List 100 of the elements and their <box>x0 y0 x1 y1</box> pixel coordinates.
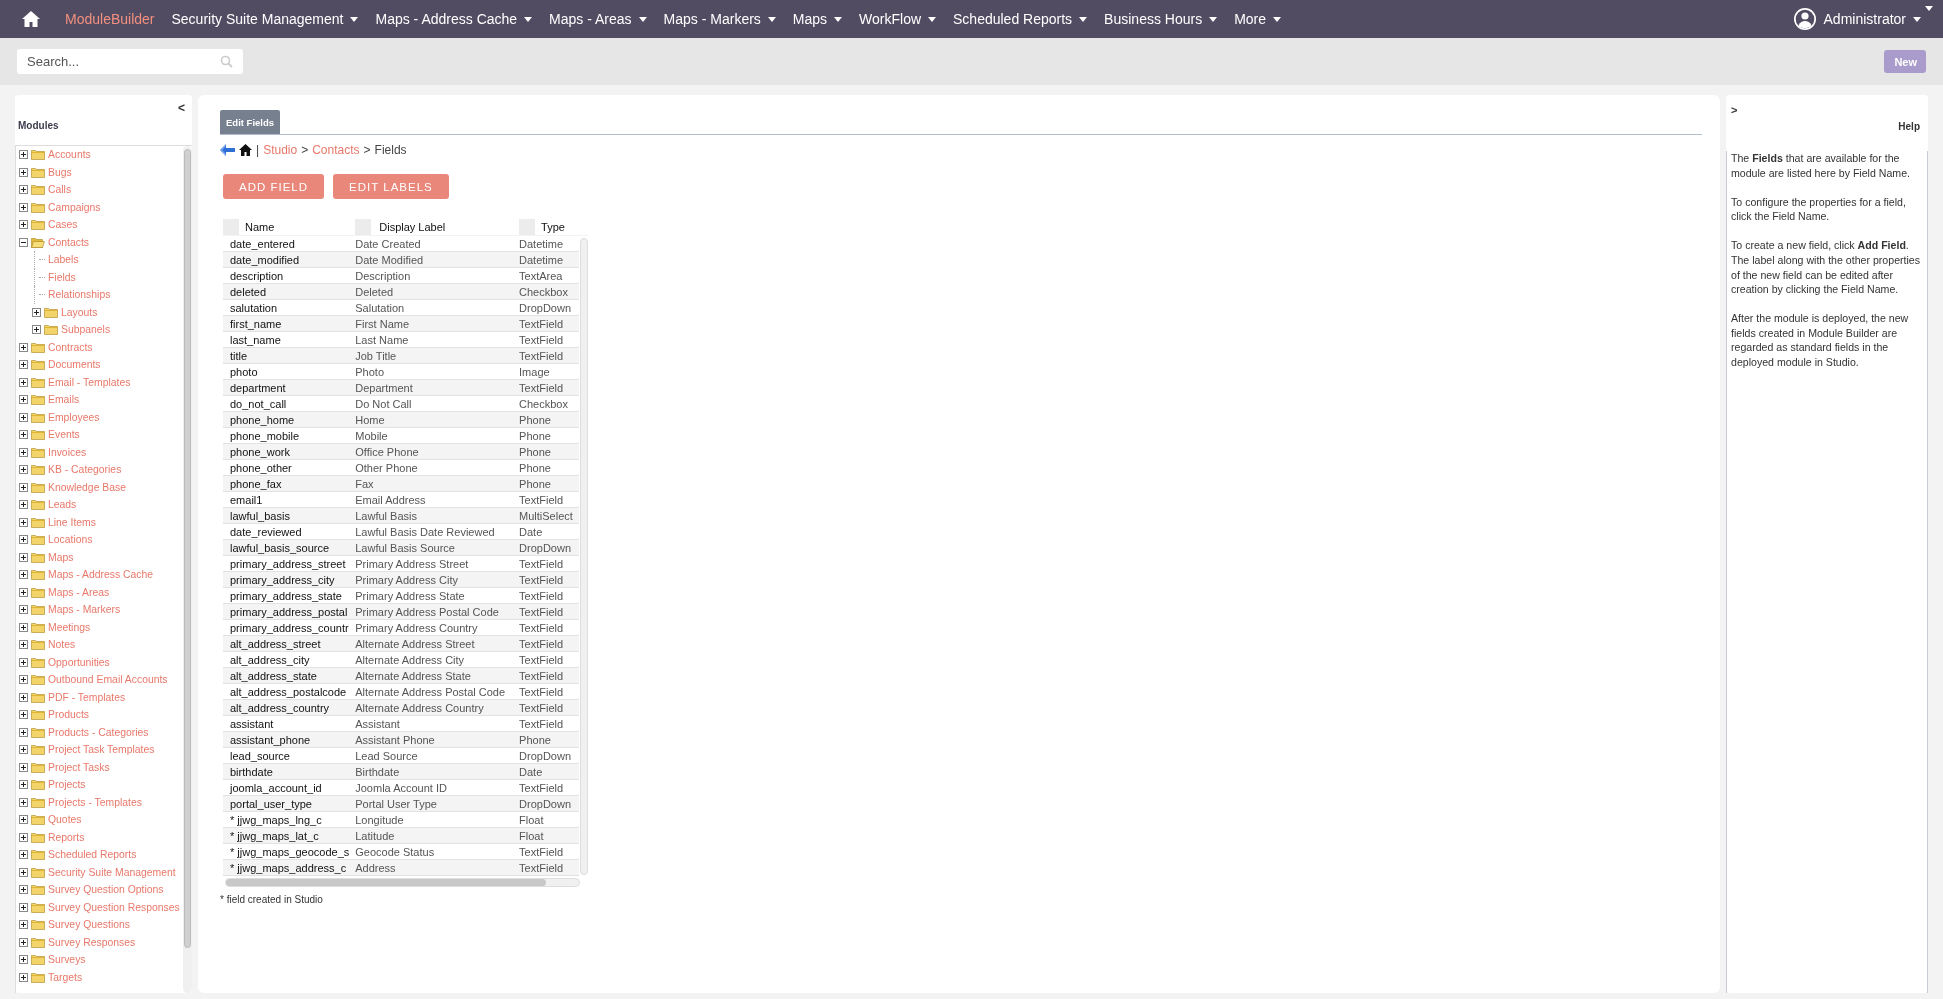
footnote: * field created in Studio <box>220 894 324 905</box>
expand-toggle-icon[interactable] <box>19 675 28 685</box>
user-menu[interactable]: Administrator <box>1823 11 1921 27</box>
expand-toggle-icon[interactable] <box>19 605 28 615</box>
tab[interactable]: Edit Fields <box>220 110 281 134</box>
table-cell: Datetime <box>519 235 579 252</box>
expand-toggle-icon[interactable] <box>19 202 28 212</box>
expand-panel-button[interactable]: > <box>1731 104 1738 116</box>
folder-icon <box>31 219 45 231</box>
back-arrow-icon[interactable] <box>220 144 235 156</box>
expand-toggle-icon[interactable] <box>19 150 28 160</box>
expand-toggle-icon[interactable] <box>19 220 28 230</box>
field-name-link[interactable]: do_not_call <box>223 395 356 412</box>
expand-toggle-icon[interactable] <box>19 482 28 492</box>
column-header[interactable]: Display Label <box>355 219 520 236</box>
scrollbar[interactable] <box>183 146 192 993</box>
home-icon[interactable] <box>239 144 252 156</box>
expand-toggle-icon[interactable] <box>32 325 41 335</box>
scrollbar[interactable] <box>579 238 588 875</box>
expand-toggle-icon[interactable] <box>19 902 28 912</box>
field-name-link[interactable]: photo <box>223 363 356 380</box>
breadcrumb-separator: > <box>301 143 309 157</box>
expand-toggle-icon[interactable] <box>19 517 28 527</box>
field-name-link[interactable]: primary_address_street <box>223 555 356 572</box>
expand-toggle-icon[interactable] <box>19 412 28 422</box>
expand-toggle-icon[interactable] <box>19 797 28 807</box>
table-cell: Description <box>355 267 520 284</box>
expand-toggle-icon[interactable] <box>19 867 28 877</box>
field-name-link[interactable]: primary_address_countr <box>223 619 356 636</box>
expand-toggle-icon[interactable] <box>19 780 28 790</box>
expand-toggle-icon[interactable] <box>19 395 28 405</box>
user-avatar-icon[interactable] <box>1792 7 1817 31</box>
expand-toggle-icon[interactable] <box>19 430 28 440</box>
nav-item[interactable]: More <box>1234 11 1282 27</box>
expand-toggle-icon[interactable] <box>19 692 28 702</box>
expand-toggle-icon[interactable] <box>19 955 28 965</box>
nav-item[interactable]: Business Hours <box>1104 11 1218 27</box>
folder-icon <box>31 884 45 896</box>
nav-item[interactable]: Maps <box>792 11 843 27</box>
field-name-link[interactable]: salutation <box>223 299 356 316</box>
field-name-link[interactable]: alt_address_city <box>223 651 356 668</box>
field-name-link[interactable]: primary_address_state <box>223 587 356 604</box>
expand-toggle-icon[interactable] <box>32 307 41 317</box>
expand-toggle-icon[interactable] <box>19 762 28 772</box>
expand-toggle-icon[interactable] <box>19 657 28 667</box>
expand-toggle-icon[interactable] <box>19 727 28 737</box>
expand-toggle-icon[interactable] <box>19 500 28 510</box>
expand-toggle-icon[interactable] <box>19 377 28 387</box>
field-name-link[interactable]: joomla_account_id <box>223 779 356 796</box>
field-name-link[interactable]: alt_address_postalcode <box>223 683 356 700</box>
expand-toggle-icon[interactable] <box>19 167 28 177</box>
expand-toggle-icon[interactable] <box>19 885 28 895</box>
field-name-link[interactable]: phone_mobile <box>223 427 356 444</box>
expand-toggle-icon[interactable] <box>19 535 28 545</box>
table-cell: TextField <box>519 715 579 732</box>
panel-title: Modules <box>18 120 59 131</box>
nav-item[interactable]: Maps - Address Cache <box>375 11 533 27</box>
collapse-toggle-icon[interactable] <box>19 237 28 247</box>
expand-toggle-icon[interactable] <box>19 552 28 562</box>
field-name-link[interactable]: date_entered <box>223 235 356 252</box>
scrollbar[interactable] <box>225 878 580 887</box>
folder-icon <box>31 394 45 406</box>
expand-toggle-icon[interactable] <box>19 185 28 195</box>
nav-item[interactable]: Scheduled Reports <box>953 11 1088 27</box>
expand-toggle-icon[interactable] <box>19 342 28 352</box>
column-header[interactable]: Name <box>223 219 356 236</box>
nav-item[interactable]: Security Suite Management <box>171 11 359 27</box>
expand-toggle-icon[interactable] <box>19 972 28 982</box>
expand-toggle-icon[interactable] <box>19 832 28 842</box>
expand-toggle-icon[interactable] <box>19 360 28 370</box>
field-name-link[interactable]: assistant <box>223 715 356 732</box>
expand-toggle-icon[interactable] <box>19 570 28 580</box>
nav-item[interactable]: WorkFlow <box>859 11 937 27</box>
field-name-link[interactable]: description <box>223 267 356 284</box>
folder-icon <box>31 936 45 948</box>
nav-item[interactable]: ModuleBuilder <box>65 11 155 27</box>
field-name-link[interactable]: * jjwg_maps_geocode_s <box>223 843 356 860</box>
expand-toggle-icon[interactable] <box>19 710 28 720</box>
nav-item[interactable]: Maps - Markers <box>663 11 776 27</box>
home-icon[interactable] <box>22 11 40 27</box>
collapse-panel-button[interactable]: < <box>178 101 185 115</box>
expand-toggle-icon[interactable] <box>19 622 28 632</box>
field-name-link[interactable]: * jjwg_maps_lng_c <box>223 811 356 828</box>
search-field[interactable]: Search... <box>17 49 243 74</box>
expand-toggle-icon[interactable] <box>19 465 28 475</box>
expand-toggle-icon[interactable] <box>19 850 28 860</box>
expand-toggle-icon[interactable] <box>19 447 28 457</box>
nav-item[interactable]: Maps - Areas <box>549 11 647 27</box>
expand-toggle-icon[interactable] <box>19 587 28 597</box>
field-name-link[interactable]: lead_source <box>223 747 356 764</box>
expand-toggle-icon[interactable] <box>19 640 28 650</box>
expand-toggle-icon[interactable] <box>19 920 28 930</box>
expand-toggle-icon[interactable] <box>19 745 28 755</box>
column-header[interactable]: Type <box>519 219 579 236</box>
expand-toggle-icon[interactable] <box>19 815 28 825</box>
field-name-link[interactable]: phone_other <box>223 459 356 476</box>
field-name-link[interactable]: date_reviewed <box>223 523 356 540</box>
expand-toggle-icon[interactable] <box>19 937 28 947</box>
field-name-link[interactable]: last_name <box>223 331 356 348</box>
field-name-link[interactable]: email1 <box>223 491 356 508</box>
